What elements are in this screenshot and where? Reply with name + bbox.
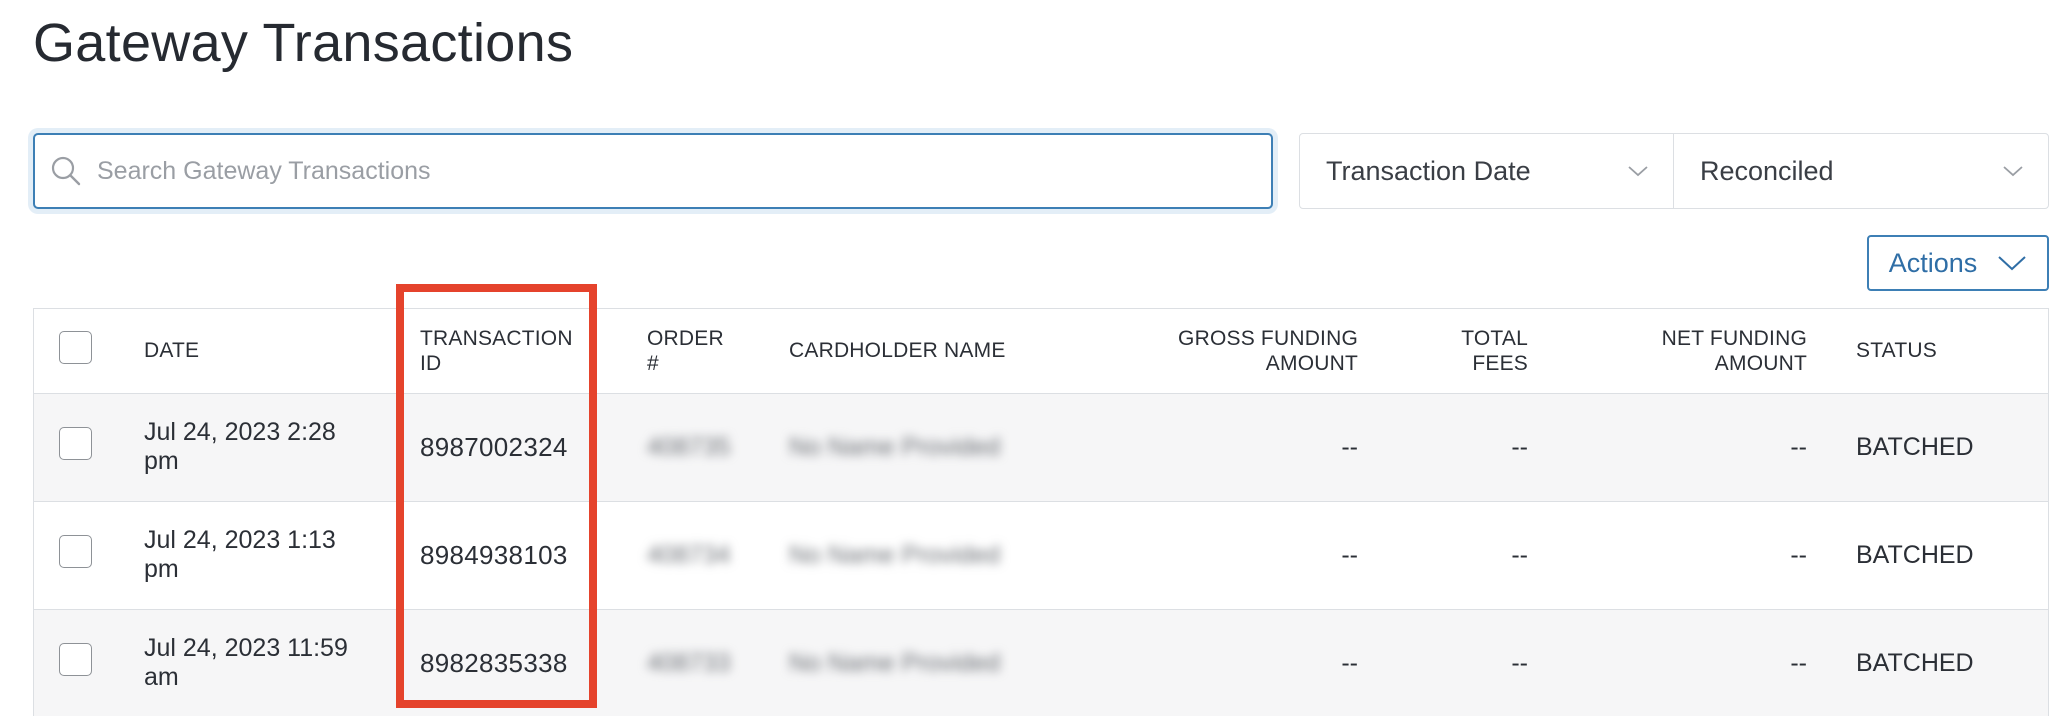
column-header-cardholder[interactable]: CARDHOLDER NAME: [789, 309, 1129, 393]
reconciled-filter[interactable]: Reconciled: [1673, 133, 2049, 209]
cardholder-name-cell: No Name Provided: [789, 432, 1001, 461]
date-cell: Jul 24, 2023 1:13 pm: [144, 526, 336, 583]
column-header-transaction-id[interactable]: TRANSACTION ID: [420, 309, 647, 393]
date-cell: Jul 24, 2023 11:59 am: [144, 634, 348, 692]
row-checkbox[interactable]: [59, 427, 92, 460]
chevron-down-icon: [1998, 256, 2026, 271]
gross-funding-cell: --: [1341, 432, 1358, 461]
row-checkbox[interactable]: [59, 643, 92, 677]
column-header-status[interactable]: STATUS: [1807, 309, 2048, 393]
status-cell: BATCHED: [1856, 540, 1974, 569]
order-number-cell: 408733: [647, 648, 731, 677]
transaction-date-filter-label: Transaction Date: [1326, 155, 1531, 186]
chevron-down-icon: [2003, 166, 2023, 177]
table-header-row: DATE TRANSACTION ID ORDER # CARDHOLDER NAM…: [34, 309, 2048, 393]
status-cell: BATCHED: [1856, 432, 1974, 461]
net-funding-cell: --: [1790, 540, 1807, 569]
column-header-gross-funding[interactable]: GROSS FUNDING AMOUNT: [1129, 309, 1358, 393]
reconciled-filter-label: Reconciled: [1700, 155, 1834, 186]
select-all-cell: [34, 309, 144, 393]
order-number-cell: 408734: [647, 540, 731, 569]
table-row[interactable]: Jul 24, 2023 2:28 pm 8987002324 408735 No…: [34, 393, 2048, 501]
status-cell: BATCHED: [1856, 648, 1974, 677]
page-title: Gateway Transactions: [33, 13, 574, 73]
transaction-id-cell: 8984938103: [420, 539, 568, 570]
cardholder-name-cell: No Name Provided: [789, 540, 1001, 569]
column-header-net-funding[interactable]: NET FUNDING AMOUNT: [1528, 309, 1807, 393]
gross-funding-cell: --: [1341, 540, 1358, 569]
select-all-checkbox[interactable]: [59, 331, 92, 365]
column-header-order[interactable]: ORDER #: [647, 309, 789, 393]
transactions-table: DATE TRANSACTION ID ORDER # CARDHOLDER NAM…: [33, 308, 2049, 716]
gross-funding-cell: --: [1341, 648, 1358, 677]
order-number-cell: 408735: [647, 432, 731, 461]
actions-button-label: Actions: [1888, 247, 1978, 278]
search-box[interactable]: [33, 133, 1273, 209]
row-checkbox[interactable]: [59, 535, 92, 568]
table-row[interactable]: Jul 24, 2023 11:59 am 8982835338 408733 N…: [34, 609, 2048, 716]
column-header-total-fees[interactable]: TOTAL FEES: [1358, 309, 1528, 393]
date-cell: Jul 24, 2023 2:28 pm: [144, 418, 336, 475]
table-row[interactable]: Jul 24, 2023 1:13 pm 8984938103 408734 No…: [34, 501, 2048, 609]
search-input[interactable]: [97, 156, 1271, 186]
search-icon: [51, 156, 81, 186]
chevron-down-icon: [1628, 166, 1648, 177]
cardholder-name-cell: No Name Provided: [789, 648, 1001, 677]
total-fees-cell: --: [1511, 648, 1528, 677]
actions-button[interactable]: Actions: [1867, 235, 2049, 291]
net-funding-cell: --: [1790, 432, 1807, 461]
net-funding-cell: --: [1790, 648, 1807, 677]
row-select-cell: [34, 609, 144, 716]
total-fees-cell: --: [1511, 540, 1528, 569]
transaction-id-cell: 8987002324: [420, 431, 568, 462]
total-fees-cell: --: [1511, 432, 1528, 461]
column-header-date[interactable]: DATE: [144, 309, 420, 393]
transaction-date-filter[interactable]: Transaction Date: [1299, 133, 1674, 209]
transaction-id-cell: 8982835338: [420, 647, 568, 678]
row-select-cell: [34, 501, 144, 609]
row-select-cell: [34, 393, 144, 501]
